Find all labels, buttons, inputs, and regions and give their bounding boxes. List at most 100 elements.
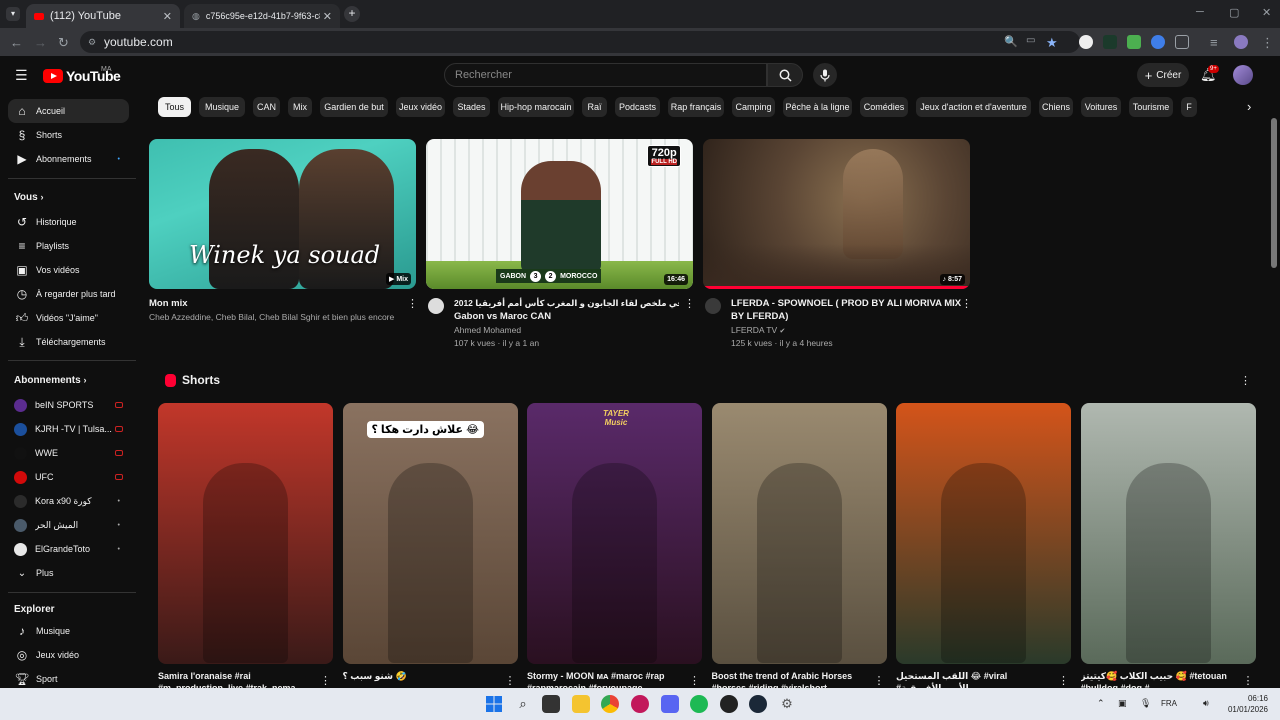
- forward-icon[interactable]: →: [34, 35, 47, 50]
- filter-chip[interactable]: Mix: [288, 97, 312, 117]
- more-actions-icon[interactable]: ⋮: [961, 297, 972, 310]
- sidebar-item-home[interactable]: ⌂ Accueil: [8, 99, 129, 123]
- page-scrollbar[interactable]: [1271, 118, 1277, 268]
- more-actions-icon[interactable]: ⋮: [684, 297, 695, 310]
- network-icon[interactable]: ▣: [1118, 698, 1127, 709]
- search-button[interactable]: [767, 63, 803, 87]
- cast-icon[interactable]: ▭: [1026, 35, 1035, 46]
- more-actions-icon[interactable]: ⋮: [689, 674, 700, 687]
- extension-icon[interactable]: [1127, 35, 1141, 49]
- more-actions-icon[interactable]: ⋮: [505, 674, 516, 687]
- filter-chip[interactable]: Comédies: [860, 97, 908, 117]
- more-actions-icon[interactable]: ⋮: [1240, 374, 1251, 387]
- video-title[interactable]: أخطاء بالجملة في ملخص لقاء الجابون و الم…: [454, 297, 679, 323]
- more-actions-icon[interactable]: ⋮: [874, 674, 885, 687]
- extension-icon[interactable]: [1151, 35, 1165, 49]
- filter-chip[interactable]: Hip-hop marocain: [498, 97, 574, 117]
- video-title[interactable]: Mon mix: [149, 297, 188, 310]
- sidebar-item-subscription[interactable]: UFC: [8, 465, 129, 489]
- tab-other[interactable]: ◍ c756c95e-e12d-41b7-9f63-c8f... ✕: [184, 4, 340, 28]
- tab-youtube[interactable]: (112) YouTube ✕: [26, 4, 180, 28]
- more-actions-icon[interactable]: ⋮: [320, 674, 331, 687]
- close-tab-icon[interactable]: ✕: [163, 10, 172, 23]
- sidebar-item-subscription[interactable]: WWE: [8, 441, 129, 465]
- short-thumbnail[interactable]: [158, 403, 333, 664]
- short-title[interactable]: Samira l'oranaise #rai #m_production_liv…: [158, 670, 318, 688]
- sidebar-item-subscription[interactable]: Kora x90 كورة •: [8, 489, 129, 513]
- sidebar-item-playlists[interactable]: ≡ Playlists: [8, 234, 129, 258]
- language-indicator[interactable]: FRA: [1161, 699, 1177, 708]
- create-button[interactable]: + Créer: [1137, 63, 1189, 87]
- new-tab-button[interactable]: +: [344, 6, 360, 22]
- channel-avatar[interactable]: [705, 298, 721, 314]
- filter-chip[interactable]: Musique: [199, 97, 245, 117]
- sidebar-item-subscription[interactable]: KJRH -TV | Tulsa...: [8, 417, 129, 441]
- filter-chip[interactable]: Jeux d'action et d'aventure: [916, 97, 1031, 117]
- short-thumbnail[interactable]: [1080, 403, 1256, 664]
- short-title[interactable]: شنو سبب ؟ 🤣: [343, 670, 503, 688]
- minimize-icon[interactable]: ─: [1196, 6, 1204, 18]
- back-icon[interactable]: ←: [10, 35, 23, 50]
- sidebar-item-subscription[interactable]: ElGrandeToto •: [8, 537, 129, 561]
- windows-start-icon[interactable]: [485, 695, 503, 713]
- more-actions-icon[interactable]: ⋮: [1058, 674, 1069, 687]
- sidebar-item-sport[interactable]: 🏆︎ Sport: [8, 667, 129, 688]
- filter-chip[interactable]: CAN: [253, 97, 280, 117]
- filter-chip[interactable]: Pêche à la ligne: [783, 97, 852, 117]
- sidebar-item-history[interactable]: ↺ Historique: [8, 210, 129, 234]
- sidebar-item-more[interactable]: ⌄ Plus: [8, 561, 129, 585]
- filter-chip[interactable]: Raï: [582, 97, 607, 117]
- short-title[interactable]: حبيب الكلاب 🥰كيتيتز 🥰 #tetouan #bulldog …: [1081, 670, 1241, 688]
- video-thumbnail[interactable]: ♪ 8:57: [703, 139, 970, 289]
- sidebar-item-your-videos[interactable]: ▣ Vos vidéos: [8, 258, 129, 282]
- site-info-icon[interactable]: ⚙: [88, 37, 96, 48]
- mic-tray-icon[interactable]: 🎙︎: [1140, 698, 1151, 709]
- voice-search-button[interactable]: [813, 63, 837, 87]
- app-icon[interactable]: [720, 695, 738, 713]
- subscriptions-heading[interactable]: Abonnements ›: [14, 375, 86, 386]
- file-explorer-icon[interactable]: [572, 695, 590, 713]
- chevron-right-icon[interactable]: ›: [1247, 99, 1251, 114]
- url-field[interactable]: ⚙ youtube.com: [80, 31, 1080, 53]
- search-icon[interactable]: ⌕: [514, 695, 532, 713]
- extensions-puzzle-icon[interactable]: [1175, 35, 1189, 49]
- volume-icon[interactable]: 🔊︎: [1203, 698, 1209, 709]
- hamburger-menu-icon[interactable]: ☰: [15, 67, 28, 84]
- video-thumbnail[interactable]: Winek ya souad ▶ Mix: [149, 139, 416, 289]
- channel-avatar[interactable]: [428, 298, 444, 314]
- sidebar-item-subscriptions[interactable]: ▶ Abonnements •: [8, 147, 129, 171]
- filter-chip[interactable]: Camping: [732, 97, 775, 117]
- video-title[interactable]: LFERDA - SPOWNOEL ( PROD BY ALI MORIVA M…: [731, 297, 961, 323]
- sidebar-item-gaming[interactable]: ◎ Jeux vidéo: [8, 643, 129, 667]
- app-icon[interactable]: [631, 695, 649, 713]
- tray-overflow-icon[interactable]: ⌃: [1097, 698, 1105, 709]
- channel-name[interactable]: LFERDA TV ✔: [731, 324, 785, 338]
- more-actions-icon[interactable]: ⋮: [1243, 674, 1254, 687]
- filter-chip[interactable]: Jeux vidéo: [396, 97, 445, 117]
- filter-chip[interactable]: Voitures: [1081, 97, 1121, 117]
- sidebar-item-shorts[interactable]: § Shorts: [8, 123, 129, 147]
- short-thumbnail[interactable]: [896, 403, 1071, 664]
- clock[interactable]: 06:16 01/01/2026: [1226, 693, 1268, 715]
- maximize-icon[interactable]: ▢: [1229, 6, 1239, 19]
- short-title[interactable]: Stormy - MOON ᴍᴀ #maroc #rap #rapmarocai…: [527, 670, 687, 688]
- filter-chip[interactable]: Podcasts: [615, 97, 660, 117]
- chrome-icon[interactable]: [601, 695, 619, 713]
- short-thumbnail[interactable]: TAYER Music: [527, 403, 702, 664]
- video-thumbnail[interactable]: 720p FULL HD GABON 3 2 MOROCCO 16:46: [426, 139, 693, 289]
- profile-avatar[interactable]: [1234, 35, 1248, 49]
- close-tab-icon[interactable]: ✕: [323, 10, 332, 23]
- you-heading[interactable]: Vous ›: [14, 192, 44, 203]
- settings-gear-icon[interactable]: ⚙: [778, 695, 796, 713]
- spotify-icon[interactable]: [690, 695, 708, 713]
- browser-menu-icon[interactable]: ⋮: [1261, 35, 1274, 51]
- filter-chip[interactable]: Chiens: [1039, 97, 1073, 117]
- zoom-icon[interactable]: 🔍: [1004, 35, 1018, 48]
- extension-icon[interactable]: [1079, 35, 1093, 49]
- sidebar-item-liked[interactable]: 👍︎ Vidéos "J'aime": [8, 306, 129, 330]
- tab-search-button[interactable]: ▾: [6, 7, 20, 21]
- short-thumbnail[interactable]: [711, 403, 887, 664]
- sidebar-item-music[interactable]: ♪ Musique: [8, 619, 129, 643]
- sidebar-item-watch-later[interactable]: ◷ À regarder plus tard: [8, 282, 129, 306]
- sidebar-item-subscription[interactable]: beIN SPORTS: [8, 393, 129, 417]
